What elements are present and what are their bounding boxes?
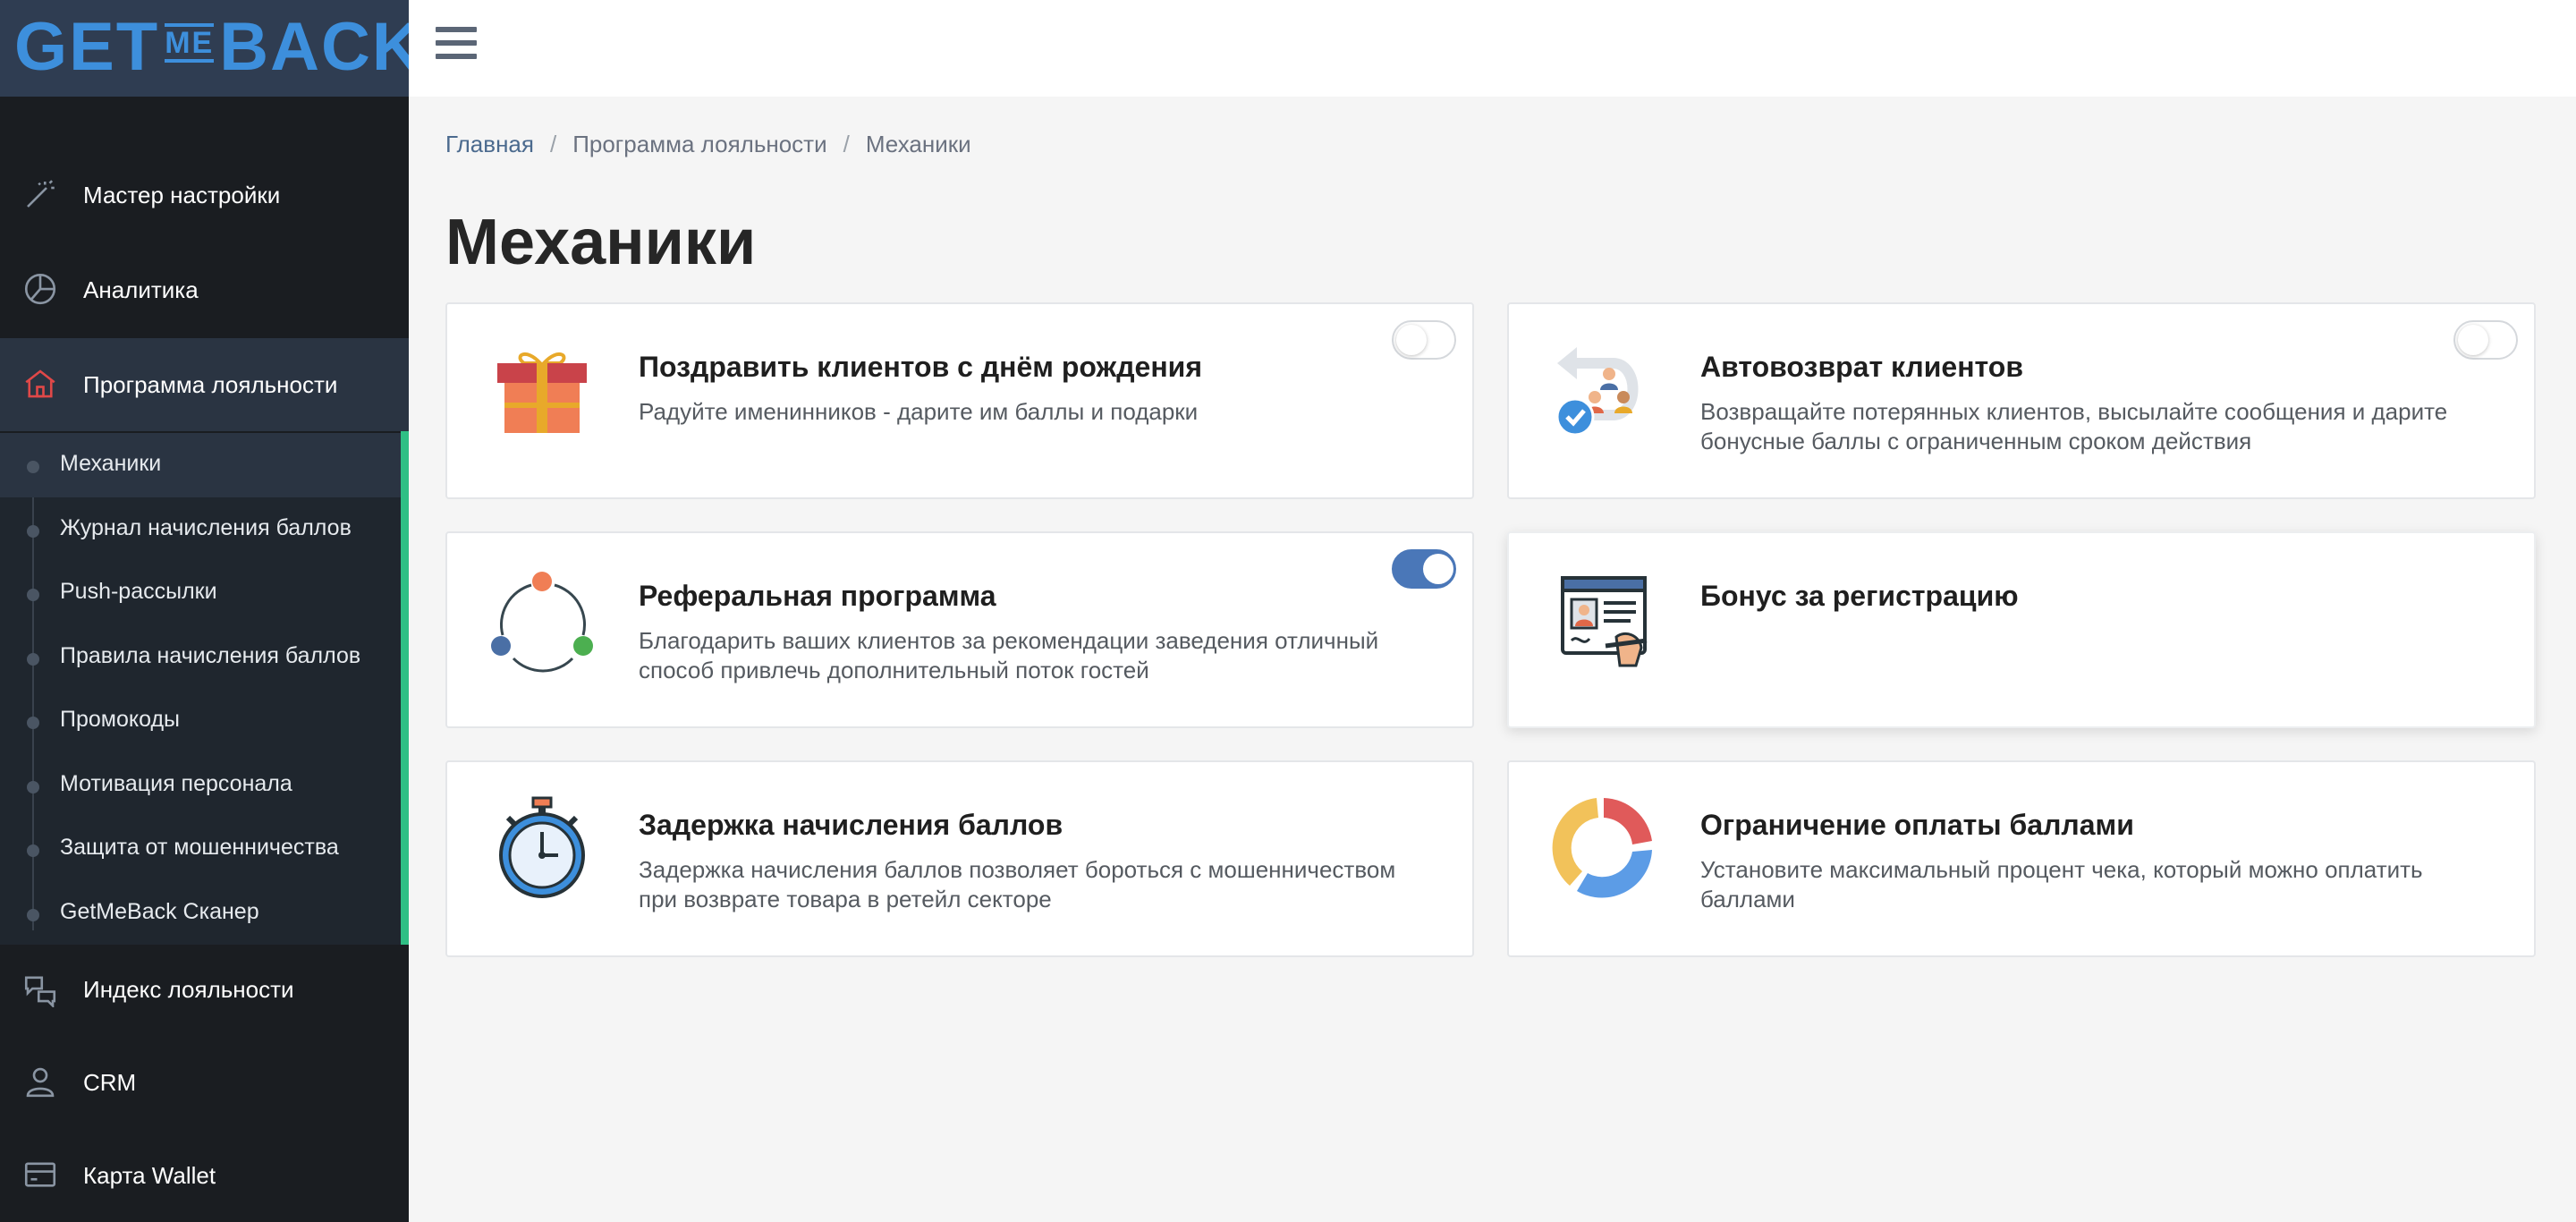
toggle-knob	[1423, 554, 1453, 584]
submenu-item-mechanics[interactable]: Механики	[0, 433, 401, 497]
sidebar-item-wallet[interactable]: Карта Wallet	[0, 1129, 409, 1222]
submenu-item-label: Push-рассылки	[60, 579, 217, 604]
submenu-item-scanner[interactable]: GetMeBack Сканер	[0, 881, 401, 946]
pie-chart-icon	[24, 273, 56, 305]
gift-icon	[497, 352, 587, 433]
sidebar: GET MEBACK Мастер настройки Аналитика Про…	[0, 0, 421, 1222]
menu-toggle-icon[interactable]	[436, 27, 477, 68]
sidebar-item-label: CRM	[83, 1068, 137, 1096]
sidebar-item-label: Мастер настройки	[83, 181, 281, 208]
sidebar-item-loyalty-index[interactable]: Индекс лояльности	[0, 943, 409, 1036]
submenu-dot	[27, 781, 39, 793]
breadcrumb-home-link[interactable]: Главная	[445, 131, 534, 157]
submenu-item-staff-motivation[interactable]: Мотивация персонала	[0, 753, 401, 818]
mechanic-card-points-payment-limit[interactable]: Ограничение оплаты баллами Установите ма…	[1507, 760, 2536, 957]
breadcrumb-separator: /	[549, 131, 557, 157]
enable-toggle[interactable]	[2453, 320, 2518, 360]
submenu-item-label: Правила начисления баллов	[60, 643, 361, 668]
card-title: Бонус за регистрацию	[1700, 580, 2019, 612]
submenu-item-label: Механики	[60, 451, 162, 476]
card-title: Поздравить клиентов с днём рождения	[639, 351, 1202, 383]
donut-chart-icon	[1552, 798, 1652, 898]
breadcrumb-section-link[interactable]: Программа лояльности	[572, 131, 826, 157]
mechanic-card-registration-bonus[interactable]: Бонус за регистрацию	[1507, 531, 2536, 728]
sidebar-item-loyalty-program[interactable]: Программа лояльности	[0, 338, 409, 431]
sidebar-item-label: Индекс лояльности	[83, 975, 294, 1003]
toggle-knob	[2458, 325, 2488, 355]
submenu-dot	[27, 589, 39, 601]
logo-bar: GET MEBACK	[0, 0, 421, 97]
card-title: Ограничение оплаты баллами	[1700, 809, 2134, 841]
toggle-knob	[1396, 325, 1427, 355]
breadcrumb-separator: /	[843, 131, 850, 157]
sidebar-item-analytics[interactable]: Аналитика	[0, 243, 409, 336]
sidebar-item-label: Карта Wallet	[83, 1161, 216, 1189]
submenu-item-label: GetMeBack Сканер	[60, 899, 259, 924]
sidebar-item-setup-wizard[interactable]: Мастер настройки	[0, 149, 409, 242]
sidebar-item-label: Аналитика	[83, 276, 199, 303]
submenu-dot	[27, 653, 39, 666]
referral-cycle-icon	[491, 572, 593, 673]
submenu-item-promocodes[interactable]: Промокоды	[0, 689, 401, 753]
submenu-dot	[27, 525, 39, 538]
card-description: Радуйте именинников - дарите им баллы и …	[639, 398, 1199, 425]
user-icon	[26, 1067, 55, 1098]
top-bar	[409, 0, 2576, 97]
magic-wand-icon	[27, 180, 55, 208]
brand-logo[interactable]: GET MEBACK	[14, 7, 423, 88]
mechanic-card-birthday[interactable]: Поздравить клиентов с днём рождения Раду…	[445, 302, 1474, 499]
card-description: Задержка начисления баллов позволяет бор…	[639, 856, 1396, 912]
mechanic-card-accrual-delay[interactable]: Задержка начисления баллов Задержка начи…	[445, 760, 1474, 957]
stopwatch-icon	[499, 796, 585, 898]
breadcrumb-current: Механики	[865, 131, 971, 157]
card-title: Задержка начисления баллов	[639, 809, 1063, 841]
home-icon	[25, 369, 55, 398]
sidebar-item-crm[interactable]: CRM	[0, 1036, 409, 1129]
registration-form-icon	[1561, 576, 1648, 667]
submenu-item-label: Промокоды	[60, 707, 180, 732]
submenu-item-fraud-protection[interactable]: Защита от мошенничества	[0, 817, 401, 881]
card-title: Автовозврат клиентов	[1700, 351, 2024, 383]
submenu-item-points-log[interactable]: Журнал начисления баллов	[0, 497, 401, 562]
submenu-item-label: Защита от мошенничества	[60, 835, 339, 860]
submenu-dot	[27, 461, 39, 473]
sidebar-item-label: Программа лояльности	[83, 370, 338, 398]
page-title: Механики	[445, 207, 757, 278]
enable-toggle[interactable]	[1392, 320, 1456, 360]
chat-bubbles-icon	[24, 976, 56, 1007]
submenu-item-label: Мотивация персонала	[60, 771, 292, 796]
submenu-dot	[27, 844, 39, 857]
mechanic-card-referral[interactable]: Реферальная программа Благодарить ваших …	[445, 531, 1474, 728]
card-description: Благодарить ваших клиентов за рекомендац…	[639, 627, 1379, 683]
mechanic-card-auto-return[interactable]: Автовозврат клиентов Возвращайте потерян…	[1507, 302, 2536, 499]
wallet-card-icon	[24, 1162, 56, 1187]
submenu-item-accrual-rules[interactable]: Правила начисления баллов	[0, 625, 401, 690]
submenu-item-push[interactable]: Push-рассылки	[0, 561, 401, 625]
card-description: Установите максимальный процент чека, ко…	[1700, 856, 2423, 912]
submenu-dot	[27, 717, 39, 729]
submenu-item-label: Журнал начисления баллов	[60, 515, 352, 540]
card-title: Реферальная программа	[639, 580, 996, 612]
card-description: Возвращайте потерянных клиентов, высылай…	[1700, 398, 2448, 454]
breadcrumb: Главная / Программа лояльности / Механики	[445, 131, 971, 158]
enable-toggle[interactable]	[1392, 549, 1456, 589]
submenu-dot	[27, 909, 39, 921]
return-clients-icon	[1555, 347, 1639, 437]
